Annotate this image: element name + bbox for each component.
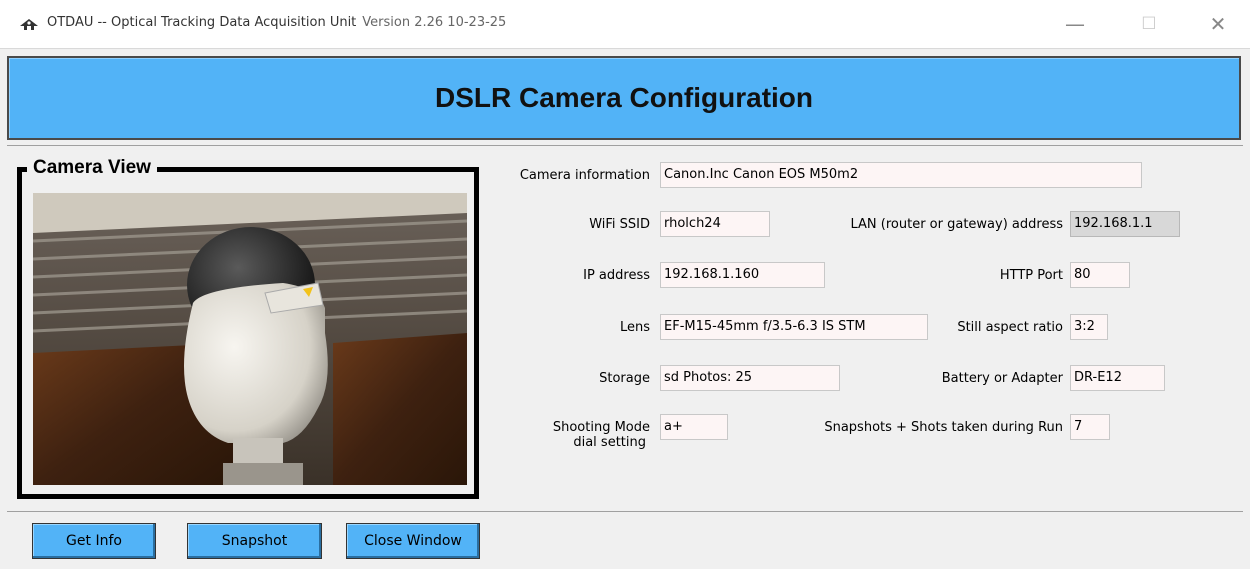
storage-label: Storage — [599, 371, 650, 386]
maximize-button[interactable]: ☐ — [1129, 10, 1169, 38]
http-port-field[interactable]: 80 — [1070, 262, 1130, 288]
storage-field[interactable]: sd Photos: 25 — [660, 365, 840, 391]
minimize-button[interactable]: — — [1055, 10, 1095, 38]
page-title: DSLR Camera Configuration — [434, 82, 814, 113]
wifi-ssid-field[interactable]: rholch24 — [660, 211, 770, 237]
shooting-mode-label: Shooting Mode dial setting — [495, 420, 650, 450]
aspect-ratio-label: Still aspect ratio — [957, 320, 1063, 335]
camera-info-label: Camera information — [519, 168, 650, 183]
window-version: Version 2.26 10-23-25 — [362, 15, 507, 30]
ip-address-label: IP address — [583, 268, 650, 283]
wifi-ssid-label: WiFi SSID — [589, 217, 650, 232]
camera-view-legend: Camera View — [27, 157, 157, 179]
camera-info-field[interactable]: Canon.Inc Canon EOS M50m2 — [660, 162, 1142, 188]
lens-label: Lens — [619, 320, 650, 335]
lens-field[interactable]: EF-M15-45mm f/3.5-6.3 IS STM — [660, 314, 928, 340]
aspect-ratio-field[interactable]: 3:2 — [1070, 314, 1108, 340]
title-bar: OTDAU -- Optical Tracking Data Acquisiti… — [0, 0, 1250, 49]
close-window-x-button[interactable]: ✕ — [1198, 10, 1238, 38]
shooting-mode-label-line2: dial setting — [573, 435, 646, 450]
ip-address-field[interactable]: 192.168.1.160 — [660, 262, 825, 288]
camera-preview-image — [33, 193, 467, 485]
battery-label: Battery or Adapter — [941, 371, 1063, 386]
window-title: OTDAU -- Optical Tracking Data Acquisiti… — [47, 15, 506, 30]
shooting-mode-field[interactable]: a+ — [660, 414, 728, 440]
lan-address-field[interactable]: 192.168.1.1 — [1070, 211, 1180, 237]
get-info-button[interactable]: Get Info — [32, 523, 156, 559]
http-port-label: HTTP Port — [999, 268, 1063, 283]
window-title-text: OTDAU -- Optical Tracking Data Acquisiti… — [47, 15, 357, 30]
shooting-mode-label-line1: Shooting Mode — [552, 420, 650, 435]
snapshot-button[interactable]: Snapshot — [187, 523, 322, 559]
header-banner: DSLR Camera Configuration — [7, 56, 1241, 140]
battery-field[interactable]: DR-E12 — [1070, 365, 1165, 391]
close-window-button[interactable]: Close Window — [346, 523, 480, 559]
telescope-icon — [20, 19, 38, 30]
snapshots-label: Snapshots + Shots taken during Run — [824, 420, 1063, 435]
snapshots-field[interactable]: 7 — [1070, 414, 1110, 440]
lan-address-label: LAN (router or gateway) address — [850, 217, 1063, 232]
